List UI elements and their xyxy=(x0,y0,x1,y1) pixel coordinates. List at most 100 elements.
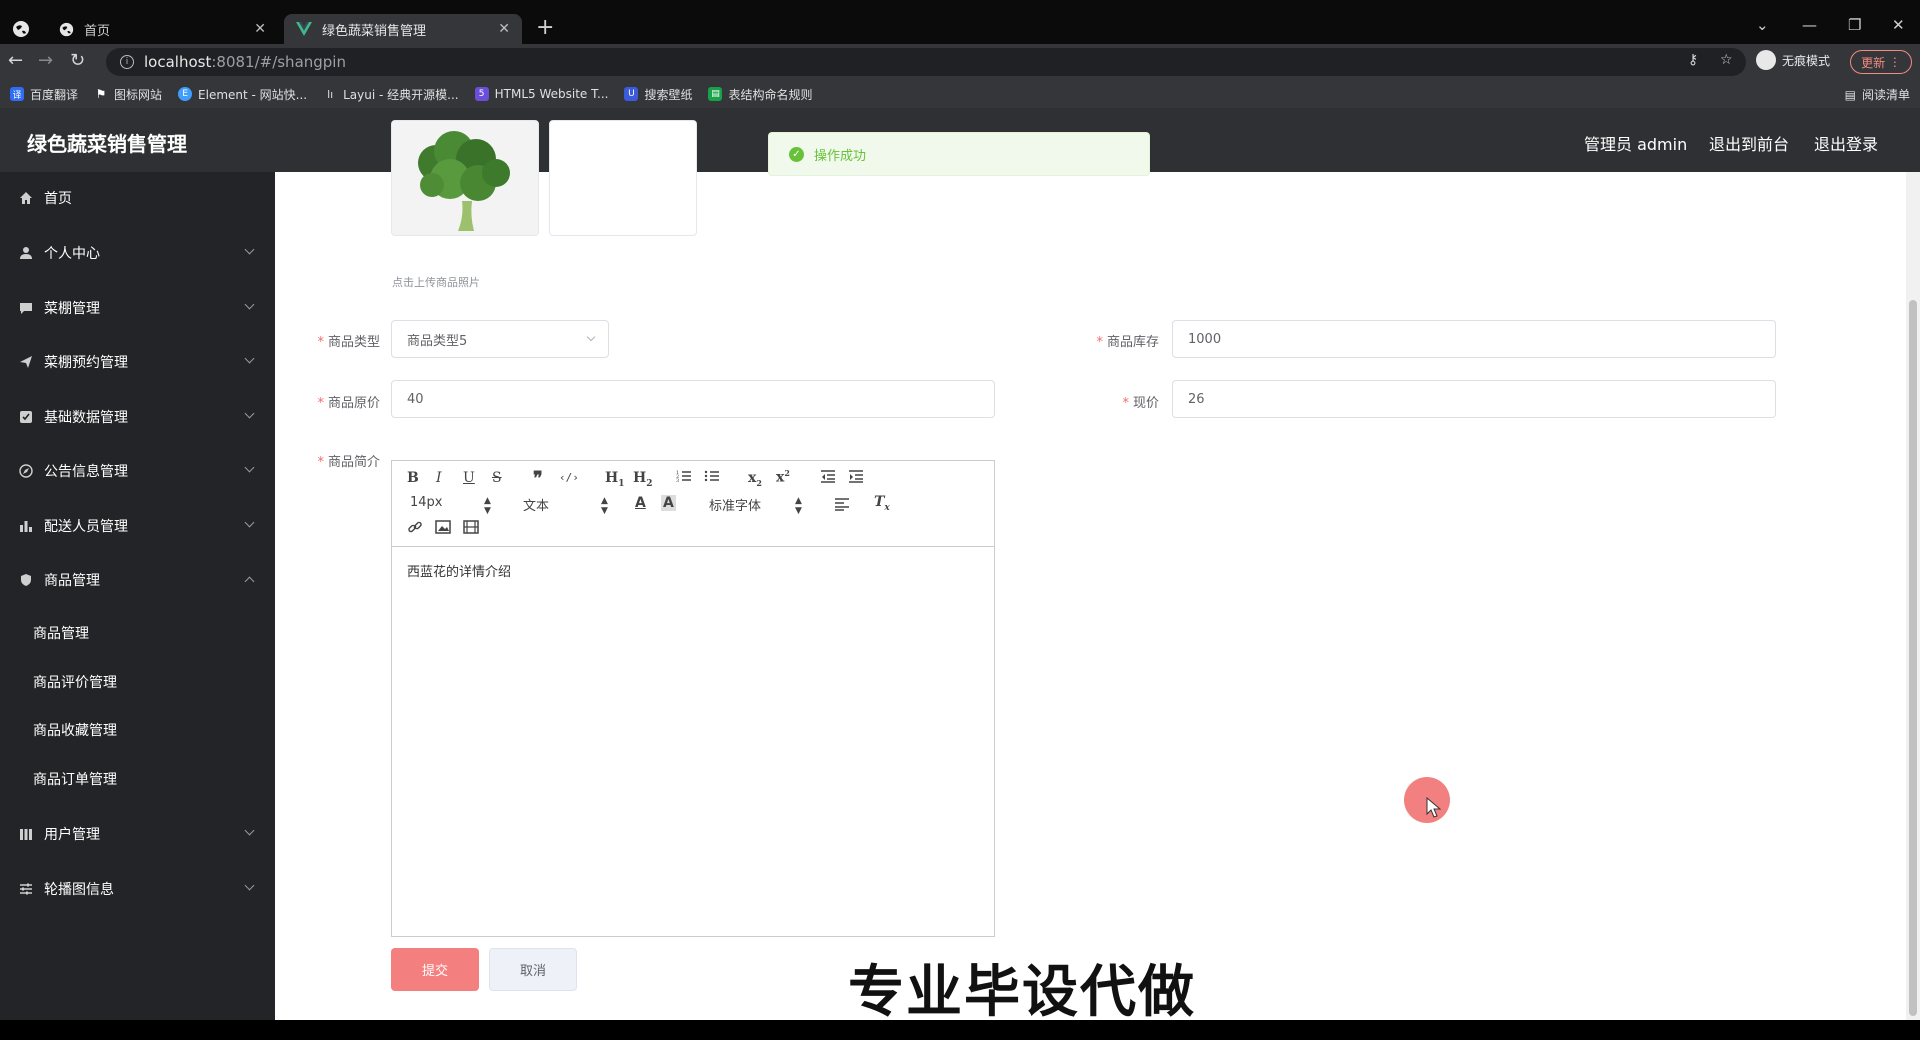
chevron-down-icon xyxy=(586,332,596,342)
sidebar-item-users[interactable]: 用户管理 xyxy=(0,812,275,856)
strikethrough-icon[interactable]: S xyxy=(492,470,502,486)
bookmark-element[interactable]: E Element - 网站快... xyxy=(178,86,307,103)
video-icon[interactable] xyxy=(463,519,479,539)
tab-title: 绿色蔬菜销售管理 xyxy=(322,23,427,39)
forward-icon[interactable]: → xyxy=(38,52,53,70)
upload-placeholder[interactable] xyxy=(549,120,697,236)
bookmark-label: Layui - 经典开源模... xyxy=(343,87,459,102)
subscript-icon[interactable]: x2 xyxy=(748,470,762,488)
success-check-icon: ✓ xyxy=(789,146,804,162)
current-price-input[interactable]: 26 xyxy=(1172,380,1776,418)
original-price-input[interactable]: 40 xyxy=(391,380,995,418)
indent-icon[interactable] xyxy=(848,468,864,488)
up-down-icon: ▲ ▼ xyxy=(484,496,491,516)
upload-hint: 点击上传商品照片 xyxy=(392,276,480,289)
text-style-select[interactable]: 文本 ▲ ▼ xyxy=(523,495,609,516)
restore-icon[interactable]: ❐ xyxy=(1848,16,1861,34)
bookmark-icon-site[interactable]: ⚑ 图标网站 xyxy=(94,86,162,103)
minimize-icon[interactable]: — xyxy=(1802,16,1817,34)
translate-icon: 译 xyxy=(10,87,24,101)
original-price-label: * 商品原价 xyxy=(317,396,380,411)
update-button[interactable]: 更新 ⋮ xyxy=(1850,50,1912,74)
heading-2-icon[interactable]: H2 xyxy=(633,470,653,489)
font-family-select[interactable]: 标准字体 ▲ ▼ xyxy=(709,495,805,516)
reload-icon[interactable]: ↻ xyxy=(70,52,85,70)
superscript-icon[interactable]: x2 xyxy=(776,468,790,486)
site-info-icon[interactable]: i xyxy=(120,55,134,69)
rich-text-editor[interactable]: B I U S ❞ ‹/› H1 H2 123 x2 x2 14px ▲ ▼ 文… xyxy=(391,460,995,937)
sidebar-item-carousel[interactable]: 轮播图信息 xyxy=(0,867,275,911)
product-photo-thumbnail[interactable] xyxy=(391,120,539,236)
submit-button[interactable]: 提交 xyxy=(391,948,479,991)
admin-user-label: 管理员 admin xyxy=(1584,135,1688,154)
blockquote-icon[interactable]: ❞ xyxy=(533,468,543,489)
sidebar-item-delivery[interactable]: 配送人员管理 xyxy=(0,504,275,548)
bold-icon[interactable]: B xyxy=(407,470,419,486)
exit-to-front-link[interactable]: 退出到前台 xyxy=(1709,131,1789,155)
goods-type-select[interactable]: 商品类型5 xyxy=(391,320,609,358)
sidebar-subitem-goods[interactable]: 商品管理 xyxy=(33,623,89,643)
bookmark-star-icon[interactable]: ☆ xyxy=(1720,52,1733,68)
outdent-icon[interactable] xyxy=(820,468,836,488)
svg-text:3: 3 xyxy=(676,478,679,484)
sidebar-subitem-goods-order[interactable]: 商品订单管理 xyxy=(33,769,117,789)
key-icon[interactable]: ⚷ xyxy=(1688,52,1698,68)
heading-1-icon[interactable]: H1 xyxy=(605,470,625,489)
broccoli-image xyxy=(392,121,538,235)
reading-list-label: 阅读清单 xyxy=(1861,88,1910,102)
sidebar-subitem-goods-favorite[interactable]: 商品收藏管理 xyxy=(33,720,117,740)
logout-link[interactable]: 退出登录 xyxy=(1814,131,1878,155)
back-icon[interactable]: ← xyxy=(8,52,23,70)
chevron-down-icon xyxy=(244,517,255,528)
up-down-icon: ▲ ▼ xyxy=(601,496,608,516)
up-down-icon: ▲ ▼ xyxy=(795,496,802,516)
new-tab-icon[interactable]: + xyxy=(536,17,554,39)
sidebar-item-home[interactable]: 首页 xyxy=(0,176,275,220)
chevron-down-icon xyxy=(244,353,255,364)
page-scrollbar-thumb[interactable] xyxy=(1909,300,1917,1016)
bookmark-table-naming[interactable]: ▤ 表结构命名规则 xyxy=(708,86,812,103)
ordered-list-icon[interactable]: 123 xyxy=(676,468,692,488)
code-block-icon[interactable]: ‹/› xyxy=(559,471,579,484)
close-window-icon[interactable]: ✕ xyxy=(1892,16,1905,34)
chevron-down-icon xyxy=(244,244,255,255)
incognito-profile[interactable]: 无痕模式 xyxy=(1756,50,1830,70)
goods-type-label: * 商品类型 xyxy=(317,335,380,350)
reading-list[interactable]: ▤ 阅读清单 xyxy=(1845,86,1910,103)
clear-format-icon[interactable]: Tx xyxy=(874,494,890,513)
check-square-icon xyxy=(18,409,34,425)
chevron-down-icon xyxy=(244,825,255,836)
sidebar-item-greenhouse[interactable]: 菜棚管理 xyxy=(0,286,275,330)
font-size-select[interactable]: 14px ▲ ▼ xyxy=(410,495,494,516)
tab-search-icon[interactable]: ⌄ xyxy=(1756,16,1769,34)
wallpaper-icon: U xyxy=(624,87,639,101)
align-icon[interactable] xyxy=(834,496,850,516)
italic-icon[interactable]: I xyxy=(436,470,442,486)
tab-close-icon[interactable]: ✕ xyxy=(254,21,266,37)
bookmark-baidu-translate[interactable]: 译 百度翻译 xyxy=(10,86,78,103)
background-color-icon[interactable]: A xyxy=(661,495,676,511)
sidebar-item-personal-center[interactable]: 个人中心 xyxy=(0,231,275,275)
tab-close-icon[interactable]: ✕ xyxy=(498,21,510,37)
tab-home[interactable]: 首页 ✕ xyxy=(46,14,278,44)
link-icon[interactable] xyxy=(407,519,423,539)
bookmark-html5[interactable]: 5 HTML5 Website T... xyxy=(474,87,608,101)
url-path: :8081/#/shangpin xyxy=(211,53,346,71)
bookmark-layui[interactable]: lı Layui - 经典开源模... xyxy=(323,86,459,103)
bar-chart-icon xyxy=(18,518,34,534)
browser-globe-icon[interactable] xyxy=(12,20,30,38)
bullet-list-icon[interactable] xyxy=(704,468,720,488)
goods-stock-input[interactable]: 1000 xyxy=(1172,320,1776,358)
tab-app[interactable]: 绿色蔬菜销售管理 ✕ xyxy=(284,14,522,44)
mouse-cursor-icon xyxy=(1426,797,1442,818)
editor-content[interactable]: 西蓝花的详情介绍 xyxy=(407,561,511,580)
shield-icon xyxy=(18,572,34,588)
bookmark-wallpaper[interactable]: U 搜索壁纸 xyxy=(624,86,692,103)
font-color-icon[interactable]: A xyxy=(635,495,646,511)
cancel-button[interactable]: 取消 xyxy=(489,948,577,991)
address-bar[interactable]: i localhost:8081/#/shangpin xyxy=(106,48,1746,76)
image-icon[interactable] xyxy=(435,519,451,539)
sidebar-subitem-goods-review[interactable]: 商品评价管理 xyxy=(33,672,117,692)
sidebar-item-goods[interactable]: 商品管理 xyxy=(0,558,275,602)
underline-icon[interactable]: U xyxy=(463,470,475,486)
